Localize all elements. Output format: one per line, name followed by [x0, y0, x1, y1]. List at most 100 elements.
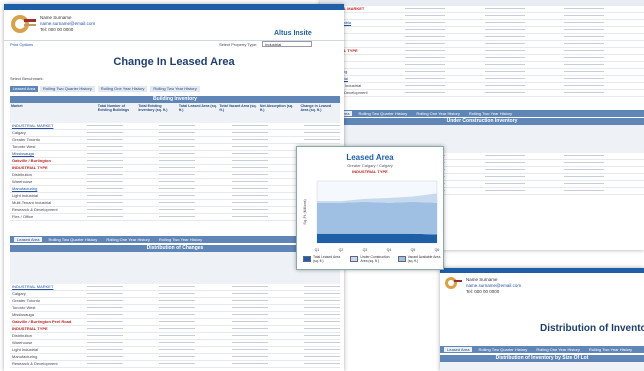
- right-tab-bar: Leased AreaRolling Two Quarter HistoryRo…: [320, 110, 644, 117]
- table-cell: [123, 123, 159, 129]
- bottom-section-title: Distribution of Inventory by Size Of Lot: [440, 355, 644, 362]
- report-tab[interactable]: Rolling Two Quarter History: [45, 237, 100, 242]
- table-cell: [303, 326, 340, 332]
- table-cell: [405, 55, 445, 61]
- right-inventory-table: INDUSTRIAL MARKETCalgaryBritish Columbia…: [320, 6, 644, 97]
- table-cell: [123, 305, 159, 311]
- report-tab[interactable]: Leased Area: [444, 347, 473, 352]
- table-cell: [564, 41, 605, 47]
- table-cell: [484, 6, 525, 12]
- table-cell: [195, 137, 231, 143]
- table-cell: [445, 69, 485, 75]
- table-cell: [405, 90, 445, 96]
- chart-subtitle: Greater Calgary / Calgary: [347, 163, 393, 168]
- table-cell: [268, 340, 304, 346]
- table-cell: [268, 354, 304, 360]
- table-cell: [159, 200, 196, 206]
- table-cell: [159, 179, 196, 185]
- table-cell: [195, 347, 231, 353]
- table-cell: [445, 62, 485, 68]
- table-row: INDUSTRIAL TYPE: [10, 165, 340, 172]
- table-cell: [195, 284, 231, 290]
- table-cell: [231, 312, 268, 318]
- table-cell: [604, 20, 644, 26]
- report-tab[interactable]: Leased Area: [14, 237, 43, 242]
- table-cell: [87, 144, 124, 150]
- row-label: Calgary: [12, 291, 26, 296]
- report-tab[interactable]: Rolling Two Year History: [466, 111, 515, 116]
- table-cell: [303, 312, 340, 318]
- table-cell: [484, 41, 525, 47]
- table-row: INDUSTRIAL TYPE: [10, 326, 340, 333]
- table-cell: [123, 151, 159, 157]
- table-cell: [564, 167, 605, 173]
- column-header: Net Absorption (sq. ft.): [259, 104, 294, 112]
- table-row: Manufacturing: [320, 69, 644, 76]
- table-cell: [159, 326, 196, 332]
- building-inventory-title: Building Inventory: [10, 96, 340, 103]
- row-label[interactable]: INDUSTRIAL MARKET: [10, 284, 87, 290]
- breadcrumb[interactable]: Print Options: [10, 42, 33, 47]
- table-cell: [123, 354, 159, 360]
- table-cell: [268, 305, 304, 311]
- table-cell: [231, 172, 268, 178]
- table-cell: [87, 179, 124, 185]
- table-cell: [159, 354, 196, 360]
- table-row: Ottawa: [320, 41, 644, 48]
- summary-tab[interactable]: Leased Area: [10, 86, 38, 92]
- report-tab[interactable]: Rolling Two Year History: [586, 347, 635, 352]
- table-cell: [405, 83, 445, 89]
- table-cell: [87, 333, 124, 339]
- bottom-contact-phone: Tel: 000 00 0000: [466, 289, 500, 294]
- table-row: Warehouse: [10, 340, 340, 347]
- report-tab[interactable]: Rolling One Year History: [97, 86, 148, 92]
- table-cell: [268, 137, 304, 143]
- report-tab[interactable]: Rolling One Year History: [533, 347, 583, 352]
- table-cell: [564, 27, 605, 33]
- table-cell: [484, 174, 525, 180]
- y-axis-title: Sq. Ft. (Millions): [303, 199, 307, 224]
- bottom-page-title: Distribution of Invento: [540, 323, 644, 334]
- table-cell: [231, 354, 268, 360]
- table-cell: [123, 319, 159, 325]
- row-label[interactable]: INDUSTRIAL MARKET: [10, 123, 87, 129]
- table-cell: [525, 41, 565, 47]
- table-cell: [604, 160, 644, 166]
- table-cell: [195, 172, 231, 178]
- table-cell: [87, 340, 124, 346]
- report-tab[interactable]: Rolling Two Year History: [150, 86, 200, 92]
- row-label[interactable]: Manufacturing: [10, 186, 87, 192]
- report-tab[interactable]: Rolling Two Quarter History: [40, 86, 95, 92]
- table-cell: [159, 186, 196, 192]
- report-tab[interactable]: Rolling Two Year History: [156, 237, 205, 242]
- table-cell: [87, 172, 124, 178]
- table-cell: [231, 333, 268, 339]
- report-tab[interactable]: Rolling Two Quarter History: [355, 111, 410, 116]
- table-cell: [564, 188, 605, 194]
- row-label[interactable]: Mississauga: [10, 151, 87, 157]
- table-cell: [195, 186, 231, 192]
- table-cell: [525, 48, 565, 54]
- table-cell: [484, 83, 525, 89]
- table-cell: [268, 130, 304, 136]
- chart-title: Leased Area: [346, 153, 394, 162]
- table-row: Flex / Office: [10, 214, 340, 221]
- report-tab[interactable]: Rolling One Year History: [103, 237, 153, 242]
- property-type-select[interactable]: Industrial: [262, 41, 312, 47]
- distribution-columns: [10, 252, 340, 284]
- table-cell: [303, 291, 340, 297]
- table-cell: [405, 34, 445, 40]
- row-label: INDUSTRIAL TYPE: [12, 326, 48, 331]
- table-cell: [484, 27, 525, 33]
- table-cell: [268, 347, 304, 353]
- report-tab[interactable]: Rolling One Year History: [413, 111, 463, 116]
- table-cell: [123, 298, 159, 304]
- building-inventory-columns: Market Total Number of Existing Buildings…: [10, 103, 340, 123]
- table-row: Research & Development: [10, 361, 340, 368]
- table-cell: [604, 76, 644, 82]
- table-cell: [525, 34, 565, 40]
- report-tab[interactable]: Rolling Two Quarter History: [475, 347, 530, 352]
- table-cell: [445, 55, 485, 61]
- table-cell: [303, 319, 340, 325]
- table-cell: [303, 361, 340, 367]
